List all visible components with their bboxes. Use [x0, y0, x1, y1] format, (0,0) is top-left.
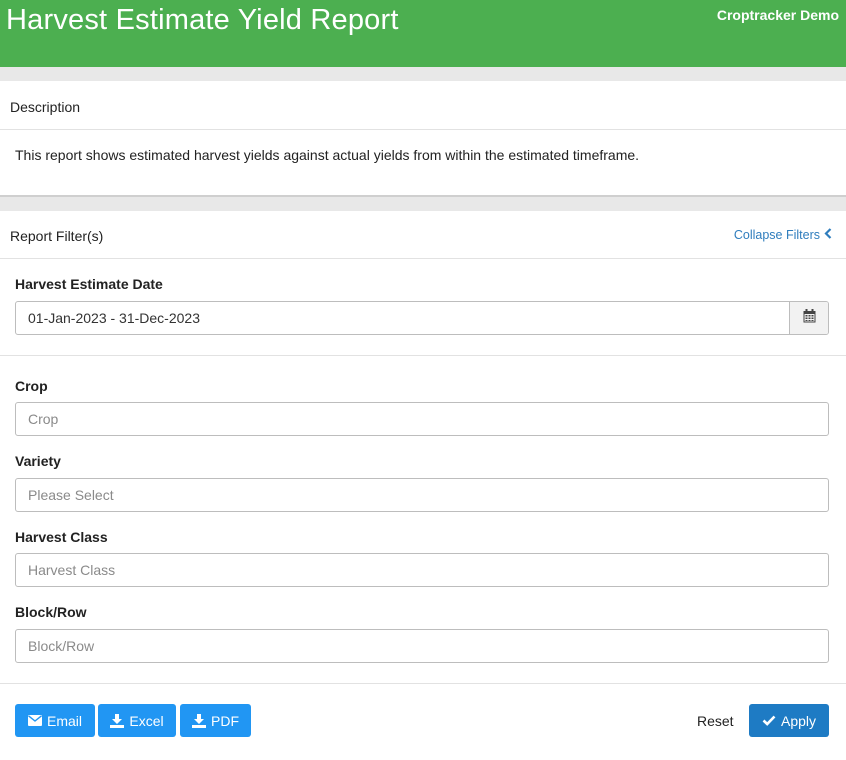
- account-name[interactable]: Croptracker Demo: [717, 7, 839, 23]
- pdf-button-label: PDF: [211, 712, 239, 729]
- page-title: Harvest Estimate Yield Report: [6, 4, 399, 36]
- divider: [0, 355, 846, 356]
- collapse-filters-link[interactable]: Collapse Filters: [734, 228, 832, 242]
- description-text: This report shows estimated harvest yiel…: [15, 147, 640, 163]
- filter-panel: Report Filter(s) Collapse Filters Harves…: [0, 211, 846, 760]
- check-icon: [762, 715, 776, 726]
- apply-button-label: Apply: [780, 712, 817, 729]
- apply-button[interactable]: Apply: [749, 704, 829, 737]
- collapse-filters-label: Collapse Filters: [733, 228, 820, 242]
- app-header: Harvest Estimate Yield Report Croptracke…: [0, 0, 846, 67]
- section-spacer: [0, 67, 846, 81]
- harvest-class-input[interactable]: [15, 553, 829, 587]
- harvest-date-label: Harvest Estimate Date: [15, 276, 163, 292]
- harvest-date-field[interactable]: 01-Jan-2023 - 31-Dec-2023: [15, 301, 829, 335]
- variety-select[interactable]: [15, 478, 829, 512]
- calendar-icon: [803, 308, 816, 328]
- filter-heading: Report Filter(s): [10, 228, 104, 244]
- harvest-class-label: Harvest Class: [15, 529, 108, 545]
- block-row-input[interactable]: [15, 629, 829, 663]
- reset-button[interactable]: Reset: [697, 713, 734, 729]
- crop-input[interactable]: [15, 402, 829, 436]
- excel-export-button[interactable]: Excel: [98, 704, 176, 737]
- pdf-export-button[interactable]: PDF: [180, 704, 251, 737]
- email-button-label: Email: [46, 712, 82, 729]
- chevron-left-icon: [824, 228, 832, 242]
- harvest-date-value[interactable]: 01-Jan-2023 - 31-Dec-2023: [28, 310, 200, 326]
- download-icon: [110, 713, 125, 728]
- description-heading: Description: [0, 81, 846, 130]
- excel-button-label: Excel: [129, 712, 164, 729]
- variety-label: Variety: [15, 453, 61, 469]
- email-button[interactable]: Email: [15, 704, 95, 737]
- download-icon: [192, 713, 206, 728]
- block-row-label: Block/Row: [15, 604, 87, 620]
- description-panel: Description This report shows estimated …: [0, 81, 846, 197]
- crop-label: Crop: [15, 378, 48, 394]
- filter-panel-header: Report Filter(s) Collapse Filters: [0, 211, 846, 259]
- divider: [0, 683, 846, 684]
- section-spacer: [0, 197, 846, 211]
- envelope-icon: [27, 715, 42, 726]
- calendar-button[interactable]: [789, 302, 828, 334]
